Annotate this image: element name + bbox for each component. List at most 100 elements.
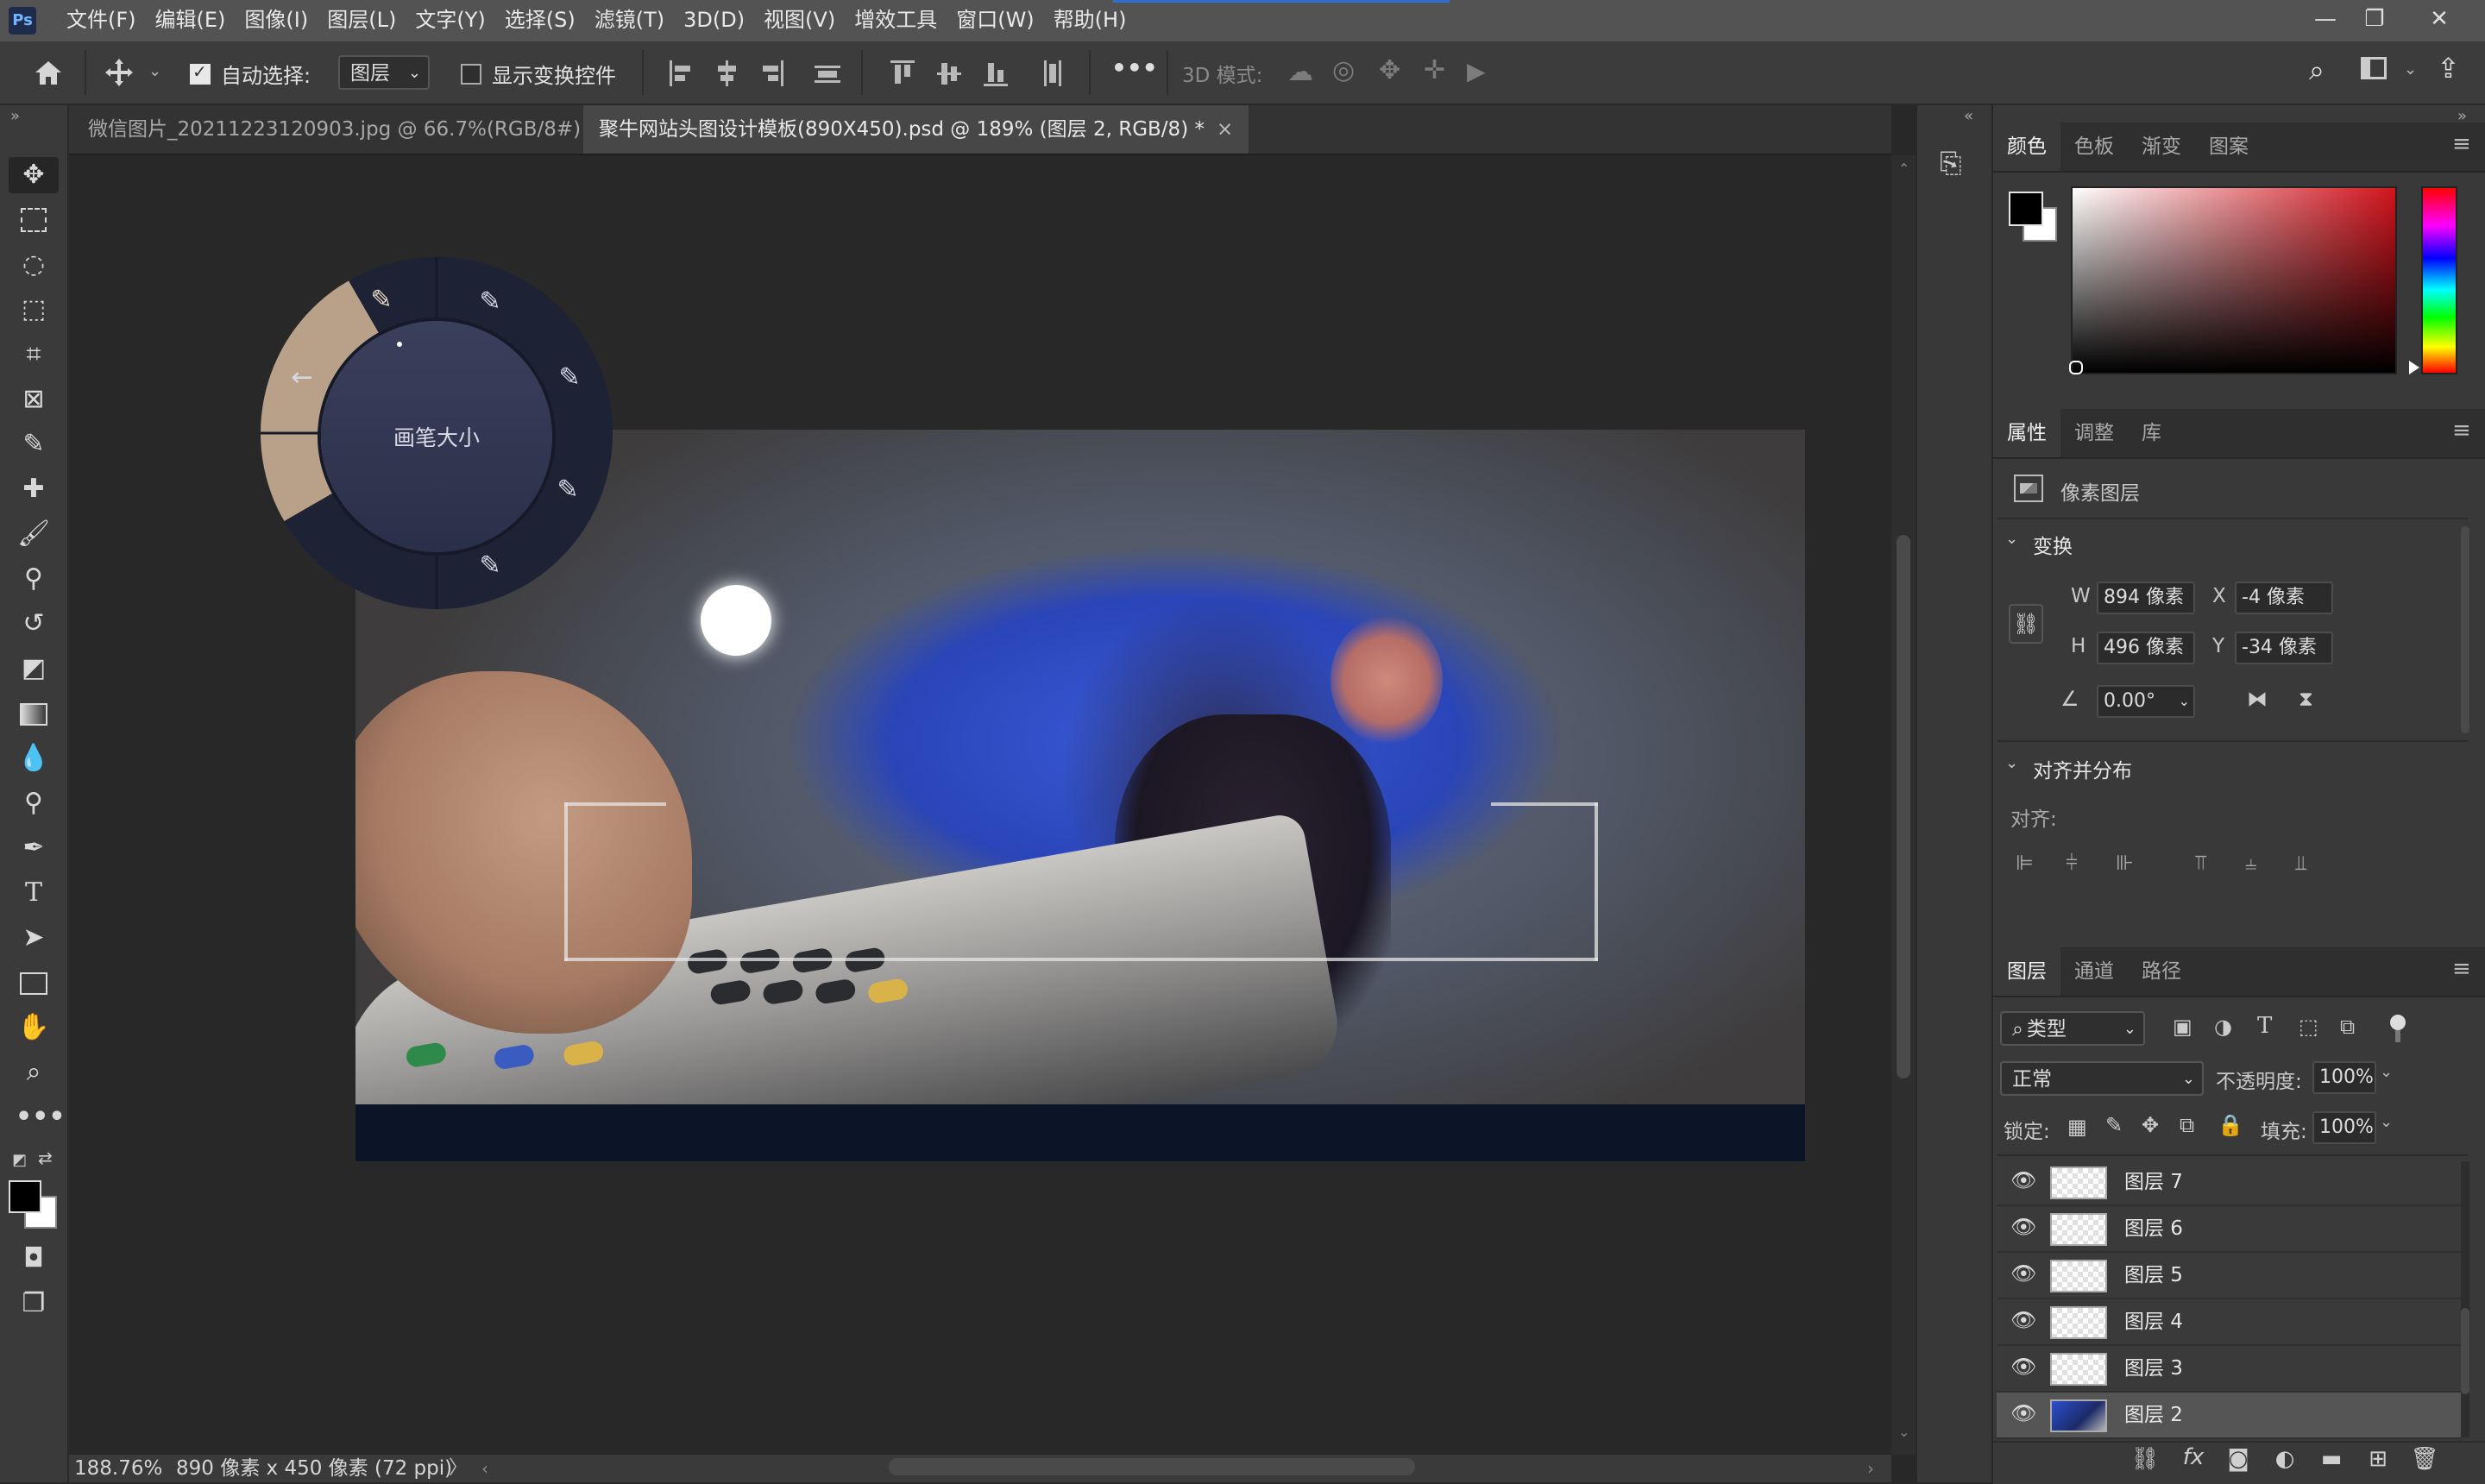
- align-hcenter-icon[interactable]: ⫩: [2066, 851, 2078, 875]
- align-bottom-icon[interactable]: ⫫: [2295, 851, 2307, 875]
- show-transform-checkbox[interactable]: [461, 64, 481, 85]
- tab-layers[interactable]: 图层: [1993, 947, 2060, 996]
- lock-pixels-icon[interactable]: ✎: [2105, 1113, 2123, 1137]
- tab-adjustments[interactable]: 调整: [2060, 409, 2128, 457]
- app-logo[interactable]: Ps: [9, 7, 36, 35]
- gradient-icon[interactable]: [16, 695, 52, 732]
- layer-row[interactable]: 👁 图层 4: [1997, 1299, 2461, 1346]
- trash-icon[interactable]: 🗑: [2407, 1446, 2442, 1472]
- align-left-icon[interactable]: ⊫: [2016, 851, 2034, 875]
- vertical-scroll-thumb[interactable]: [1897, 535, 1910, 1078]
- 3d-camera-icon[interactable]: ▶: [1467, 57, 1486, 85]
- tab-patterns[interactable]: 图案: [2195, 123, 2262, 171]
- type-icon[interactable]: T: [16, 875, 52, 911]
- blend-mode-dropdown[interactable]: 正常 ⌄: [2000, 1061, 2204, 1096]
- panel-menu-icon[interactable]: ≡: [2452, 418, 2471, 443]
- menu-view[interactable]: 视图(V): [754, 0, 845, 41]
- color-picker-field[interactable]: [2071, 186, 2397, 374]
- screen-mode-icon[interactable]: ❐: [16, 1286, 52, 1322]
- properties-scroll-thumb[interactable]: [2461, 526, 2469, 733]
- link-icon[interactable]: ⛓: [2009, 604, 2043, 644]
- panel-menu-icon[interactable]: ≡: [2452, 131, 2471, 157]
- layers-scroll-thumb[interactable]: [2461, 1308, 2469, 1394]
- horizontal-scroll-thumb[interactable]: [889, 1458, 1415, 1475]
- back-arrow-icon[interactable]: ←: [285, 362, 319, 393]
- menu-help[interactable]: 帮助(H): [1044, 0, 1136, 41]
- eyedropper-icon[interactable]: ✎: [16, 426, 52, 462]
- workspace-icon[interactable]: [2361, 57, 2387, 79]
- opacity-field[interactable]: 100%: [2312, 1061, 2376, 1094]
- eraser-icon[interactable]: ◩: [16, 651, 52, 687]
- close-icon[interactable]: ×: [1217, 118, 1233, 141]
- layer-row[interactable]: 👁 图层 3: [1997, 1346, 2461, 1393]
- move-icon[interactable]: [100, 41, 138, 104]
- share-icon[interactable]: ⇪: [2437, 52, 2460, 85]
- menu-file[interactable]: 文件(F): [57, 0, 146, 41]
- hue-slider[interactable]: [2421, 186, 2457, 374]
- home-icon[interactable]: [24, 41, 72, 104]
- tab-gradients[interactable]: 渐变: [2128, 123, 2195, 171]
- tab-libraries[interactable]: 库: [2128, 409, 2175, 457]
- y-field[interactable]: -34 像素: [2235, 632, 2333, 664]
- align-top-icon[interactable]: ⫪: [2195, 851, 2207, 875]
- scroll-up-icon[interactable]: ⌃: [1898, 160, 1909, 177]
- history-brush-icon[interactable]: ↺: [16, 606, 52, 642]
- filter-adjustment-icon[interactable]: ◑: [2214, 1015, 2232, 1039]
- layer-row[interactable]: 👁 图层 7: [1997, 1160, 2461, 1206]
- stamp-icon[interactable]: ⚲: [16, 561, 52, 597]
- distribute-horizontal-icon[interactable]: [1041, 60, 1065, 86]
- flip-vertical-icon[interactable]: ⧗: [2299, 687, 2313, 711]
- auto-select-target-dropdown[interactable]: 图层 ⌄: [338, 55, 430, 90]
- frame-icon[interactable]: ⊠: [16, 381, 52, 418]
- folder-icon[interactable]: ▬: [2314, 1446, 2349, 1472]
- collapse-icon[interactable]: »: [10, 107, 20, 125]
- zoom-icon[interactable]: ⌕: [16, 1054, 52, 1091]
- panel-menu-icon[interactable]: ≡: [2452, 956, 2471, 982]
- x-field[interactable]: -4 像素: [2235, 582, 2333, 614]
- lock-transparency-icon[interactable]: ▦: [2067, 1115, 2087, 1139]
- align-bottom-icon[interactable]: [984, 60, 1008, 86]
- align-right-icon[interactable]: [759, 60, 783, 86]
- brush-large-icon[interactable]: ✎: [552, 362, 587, 393]
- brush-xlarge-icon[interactable]: ✎: [550, 475, 585, 505]
- filter-toggle-icon[interactable]: [2390, 1015, 2407, 1044]
- rectangle-icon[interactable]: [16, 965, 52, 1001]
- foreground-color-swatch[interactable]: [2009, 192, 2043, 226]
- chevron-down-icon[interactable]: ⌄: [2380, 1113, 2393, 1131]
- distribute-vertical-icon[interactable]: [815, 60, 840, 86]
- layer-row[interactable]: 👁 图层 5: [1997, 1253, 2461, 1299]
- adjustment-layer-icon[interactable]: ◐: [2268, 1446, 2302, 1472]
- chevron-down-icon[interactable]: ⌄: [148, 62, 161, 80]
- align-hcenter-icon[interactable]: [714, 60, 739, 86]
- default-colors-icon[interactable]: ◩: [12, 1151, 27, 1169]
- status-menu-arrow[interactable]: 〉: [449, 1455, 468, 1482]
- marquee-icon[interactable]: [16, 202, 52, 238]
- filter-pixel-icon[interactable]: ▣: [2173, 1015, 2192, 1039]
- lock-all-icon[interactable]: 🔒: [2218, 1113, 2243, 1137]
- scroll-right-icon[interactable]: ›: [1867, 1455, 1874, 1482]
- 3d-pan-icon[interactable]: ✥: [1379, 55, 1400, 85]
- filter-type-icon[interactable]: T: [2257, 1013, 2272, 1039]
- transform-section-title[interactable]: 变换: [2033, 530, 2073, 559]
- menu-filter[interactable]: 滤镜(T): [585, 0, 674, 41]
- tab-swatches[interactable]: 色板: [2060, 123, 2128, 171]
- align-right-icon[interactable]: ⊪: [2116, 851, 2134, 875]
- filter-smart-object-icon[interactable]: ⧉: [2340, 1015, 2355, 1039]
- swap-colors-icon[interactable]: ⇄: [38, 1148, 53, 1168]
- link-layers-icon[interactable]: ⛓: [2128, 1446, 2162, 1472]
- object-select-icon[interactable]: ⬚: [16, 292, 52, 328]
- menu-3d[interactable]: 3D(D): [674, 0, 754, 41]
- brush-icon[interactable]: 🖌: [16, 516, 52, 552]
- chevron-down-icon[interactable]: ⌄: [2005, 530, 2018, 548]
- align-left-icon[interactable]: [670, 60, 694, 86]
- auto-select-checkbox[interactable]: [190, 61, 211, 85]
- lasso-icon[interactable]: ◌: [16, 247, 52, 283]
- filter-shape-icon[interactable]: ⬚: [2299, 1015, 2318, 1039]
- height-field[interactable]: 496 像素: [2097, 632, 2195, 664]
- blur-icon[interactable]: 💧: [16, 740, 52, 777]
- fill-field[interactable]: 100%: [2312, 1111, 2376, 1144]
- 3d-orbit-icon[interactable]: ☁: [1287, 57, 1313, 87]
- menu-type[interactable]: 文字(Y): [406, 0, 494, 41]
- eye-icon[interactable]: 👁: [2010, 1261, 2036, 1286]
- move-icon[interactable]: ✥: [9, 157, 59, 193]
